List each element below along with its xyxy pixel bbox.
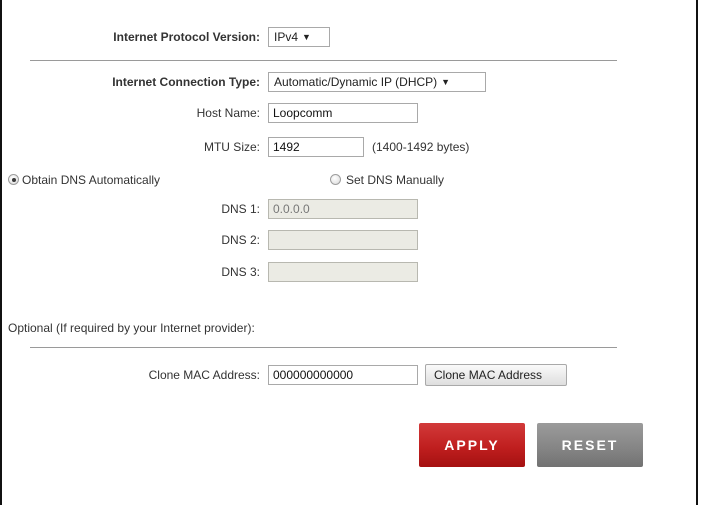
clone-mac-button[interactable]: Clone MAC Address bbox=[425, 364, 567, 386]
connection-type-label: Internet Connection Type: bbox=[112, 75, 260, 89]
section-divider bbox=[30, 347, 617, 348]
protocol-version-select[interactable]: IPv4 ▼ bbox=[268, 27, 330, 47]
set-dns-manually-radio[interactable] bbox=[330, 174, 341, 185]
obtain-dns-label: Obtain DNS Automatically bbox=[22, 173, 161, 187]
optional-heading: Optional (If required by your Internet p… bbox=[8, 321, 255, 335]
dns3-input[interactable] bbox=[268, 262, 418, 282]
connection-type-select[interactable]: Automatic/Dynamic IP (DHCP) ▼ bbox=[268, 72, 486, 92]
chevron-down-icon: ▼ bbox=[441, 77, 451, 87]
section-divider bbox=[30, 60, 617, 61]
host-name-label: Host Name: bbox=[196, 106, 260, 120]
connection-type-value: Automatic/Dynamic IP (DHCP) bbox=[274, 75, 438, 89]
protocol-version-label: Internet Protocol Version: bbox=[113, 30, 260, 44]
obtain-dns-radio[interactable] bbox=[8, 174, 19, 185]
dns3-label: DNS 3: bbox=[221, 265, 260, 279]
mtu-size-input[interactable]: 1492 bbox=[268, 137, 364, 157]
host-name-input[interactable]: Loopcomm bbox=[268, 103, 418, 123]
clone-mac-input[interactable]: 000000000000 bbox=[268, 365, 418, 385]
chevron-down-icon: ▼ bbox=[302, 32, 311, 42]
dns1-input[interactable]: 0.0.0.0 bbox=[268, 199, 418, 219]
protocol-version-value: IPv4 bbox=[274, 30, 299, 44]
dns2-label: DNS 2: bbox=[221, 233, 260, 247]
dns2-input[interactable] bbox=[268, 230, 418, 250]
set-dns-manually-label: Set DNS Manually bbox=[346, 173, 445, 187]
apply-button[interactable]: APPLY bbox=[419, 423, 525, 467]
dns1-label: DNS 1: bbox=[221, 202, 260, 216]
clone-mac-label: Clone MAC Address: bbox=[148, 368, 260, 382]
frame-left-border bbox=[0, 0, 2, 505]
reset-button[interactable]: RESET bbox=[537, 423, 643, 467]
mtu-size-label: MTU Size: bbox=[203, 140, 260, 154]
mtu-size-hint: (1400-1492 bytes) bbox=[372, 140, 470, 154]
frame-right-border bbox=[696, 0, 698, 505]
